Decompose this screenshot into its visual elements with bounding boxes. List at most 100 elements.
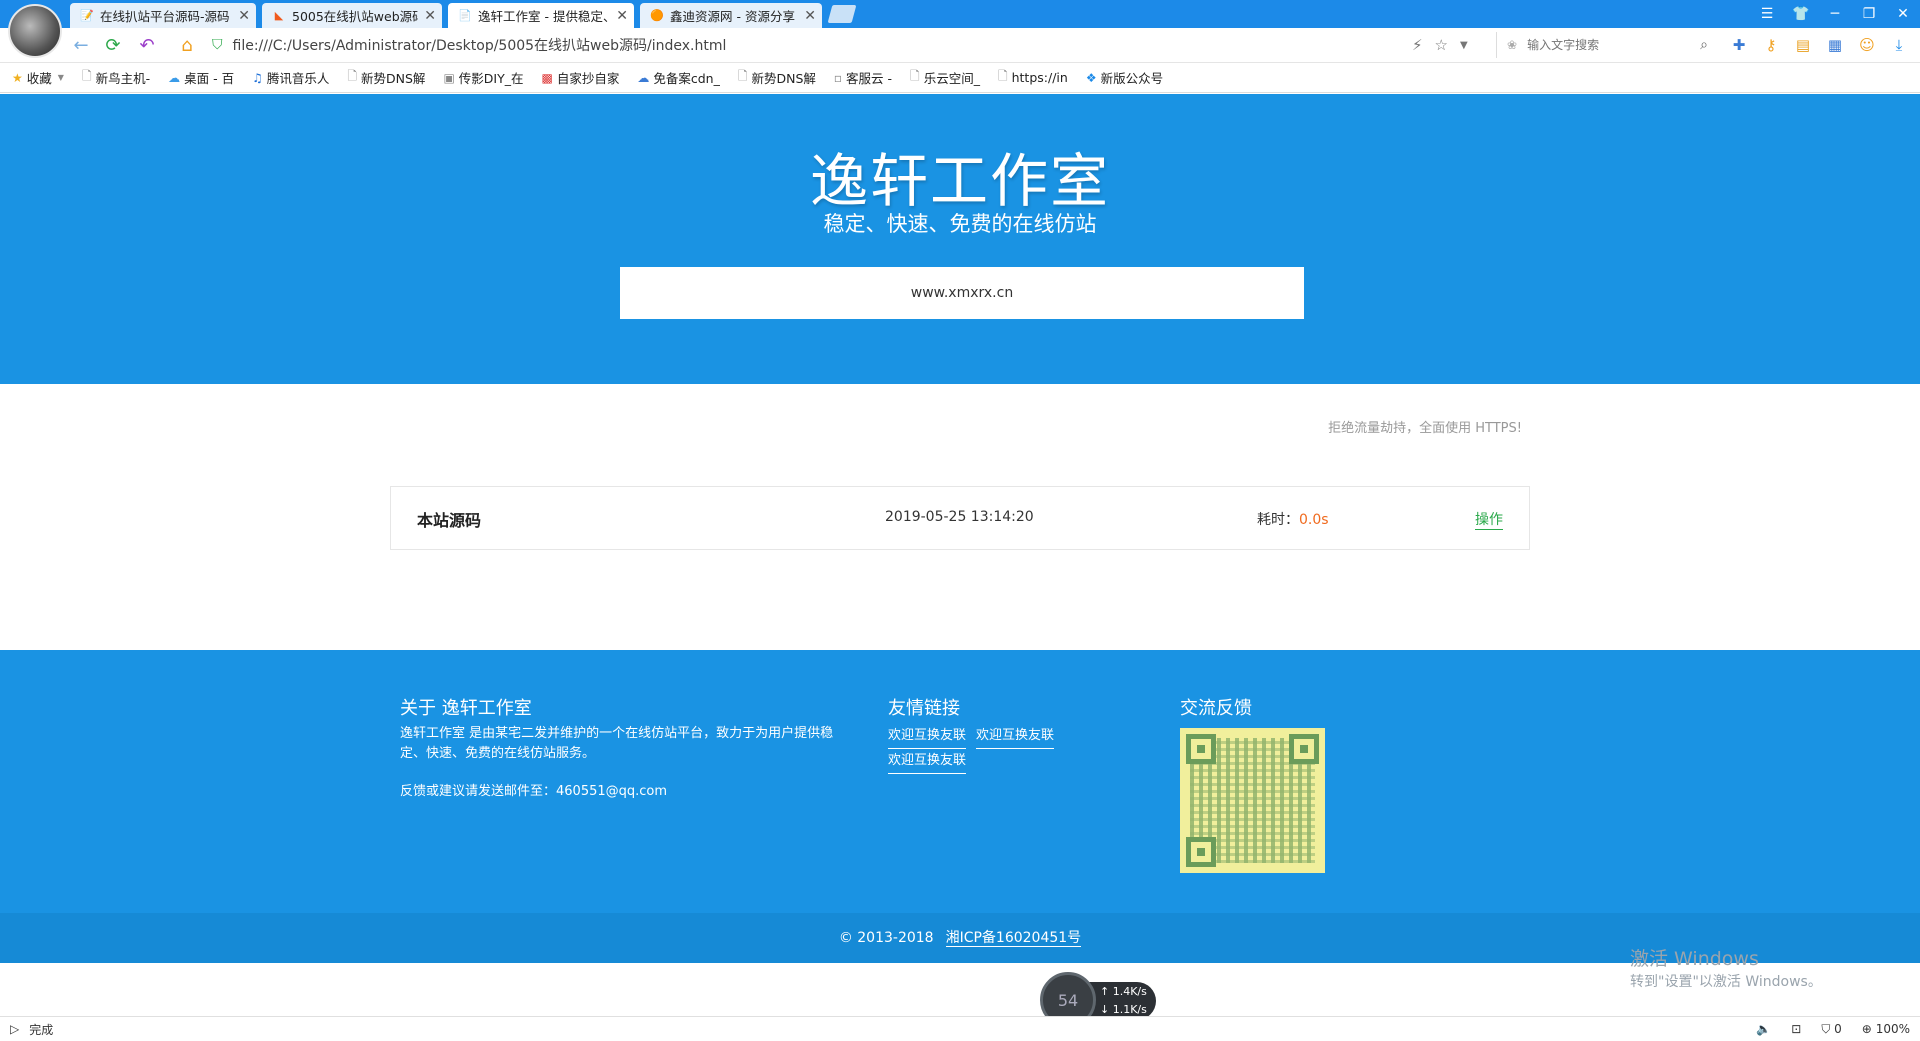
site-subtitle: 稳定、快速、免费的在线仿站 — [823, 212, 1097, 236]
paw-icon: ❀ — [1507, 38, 1518, 52]
close-icon[interactable]: ✕ — [616, 8, 628, 24]
shield-count[interactable]: ⛉ 0 — [1821, 1022, 1841, 1037]
zoom-icon: ⊕ — [1861, 1022, 1872, 1036]
address-bar[interactable]: ⛉ file:///C:/Users/Administrator/Desktop… — [212, 32, 1462, 58]
navigation-toolbar: ← ⟳ ↶ ⌂ ⛉ file:///C:/Users/Administrator… — [0, 28, 1920, 63]
bookmark-item[interactable]: 🗋 新势DNS解 — [738, 67, 816, 88]
friend-link[interactable]: 欢迎互换友联 — [976, 724, 1055, 749]
bookmark-item[interactable]: 🗋 新鸟主机- — [82, 67, 150, 88]
site-icon: ▩ — [541, 70, 553, 85]
friend-links-section: 友情链接 欢迎互换友联 欢迎互换友联 欢迎互换友联 — [888, 694, 1118, 774]
chevron-down-icon[interactable]: ▼ — [1460, 40, 1468, 51]
friend-link[interactable]: 欢迎互换友联 — [888, 749, 967, 774]
qr-code — [1180, 728, 1325, 873]
result-cost: 耗时：0.0s — [1257, 512, 1329, 528]
bookmark-item[interactable]: 🗋 https://in — [998, 67, 1068, 88]
menu-icon[interactable]: ☰ — [1750, 0, 1784, 28]
home-icon[interactable]: ⌂ — [176, 34, 198, 56]
qr-finder — [1186, 734, 1216, 764]
bookmark-item[interactable]: 🗋 乐云空间_ — [910, 67, 980, 88]
close-icon[interactable]: ✕ — [424, 8, 436, 24]
page-icon: 🗋 — [997, 69, 1008, 83]
feedback-section: 交流反馈 — [1180, 694, 1325, 873]
note-extension-icon[interactable]: ▦ — [1824, 34, 1846, 56]
icp-link[interactable]: 湘ICP备16020451号 — [945, 930, 1082, 947]
note-icon: 📝 — [80, 9, 94, 22]
play-icon[interactable]: ▷ — [10, 1022, 19, 1036]
close-icon[interactable]: ✕ — [804, 8, 816, 24]
bookmark-item[interactable]: ♫ 腾讯音乐人 — [252, 68, 329, 87]
star-icon[interactable]: ☆ — [1435, 36, 1448, 54]
shield-icon: ⛉ — [1821, 1021, 1831, 1036]
download-icon[interactable]: ⤓ — [1888, 34, 1910, 56]
tab-xindi-resource[interactable]: 🟠 鑫迪资源网 - 资源分享 ✕ — [640, 3, 822, 28]
extension-icons: ✚ ⚷ ▤ ▦ ☺ ⤓ — [1728, 34, 1910, 56]
tab-strip: 📝 在线扒站平台源码-源码 ✕ ◣ 5005在线扒站web源码 ✕ 📄 逸轩工作… — [0, 0, 1920, 58]
shield-icon: ⛉ — [212, 37, 223, 53]
action-link[interactable]: 操作 — [1475, 509, 1503, 530]
tab-title: 5005在线扒站web源码 — [292, 9, 419, 24]
site-url-input[interactable] — [620, 267, 1304, 319]
browser-window: 📝 在线扒站平台源码-源码 ✕ ◣ 5005在线扒站web源码 ✕ 📄 逸轩工作… — [0, 0, 1920, 1041]
result-name: 本站源码 — [417, 511, 482, 530]
result-row: 本站源码 2019-05-25 13:14:20 耗时：0.0s 操作 — [390, 486, 1530, 550]
resource-site-icon: 🟠 — [650, 9, 664, 22]
lightning-icon[interactable]: ⚡ — [1412, 36, 1423, 54]
tab-yixuan-studio[interactable]: 📄 逸轩工作室 - 提供稳定、 ✕ — [448, 3, 634, 28]
tab-title: 逸轩工作室 - 提供稳定、 — [478, 9, 611, 24]
tab-title: 在线扒站平台源码-源码 — [100, 9, 230, 24]
search-icon[interactable]: ⌕ — [1700, 37, 1708, 53]
bookmark-item[interactable]: 🗋 新势DNS解 — [347, 67, 425, 88]
bookmark-item[interactable]: ☁ 桌面 - 百 — [168, 68, 234, 87]
cost-value: 0.0s — [1299, 512, 1329, 528]
key-icon[interactable]: ⚷ — [1760, 34, 1782, 56]
about-title: 关于 逸轩工作室 — [400, 698, 532, 719]
status-text: 完成 — [29, 1022, 54, 1037]
about-text: 逸轩工作室 是由某宅二发并维护的一个在线仿站平台，致力于为用户提供稳定、快速、免… — [400, 726, 834, 761]
bookmark-item[interactable]: ▩ 自家抄自家 — [541, 68, 619, 87]
page-icon: 🗋 — [910, 69, 920, 83]
site-title: 逸轩工作室 — [809, 147, 1110, 215]
contact-email: 反馈或建议请发送邮件至：460551@qq.com — [400, 784, 668, 799]
bookmark-item[interactable]: ☁ 免备案cdn_ — [637, 68, 719, 87]
new-tab-button[interactable] — [827, 5, 857, 23]
page-icon: ▫ — [833, 70, 843, 85]
film-icon: ▣ — [443, 70, 455, 85]
page-icon: 🗋 — [737, 69, 748, 83]
minimize-icon[interactable]: ─ — [1818, 0, 1852, 28]
tab-title: 鑫迪资源网 - 资源分享 — [670, 9, 795, 24]
zoom-level[interactable]: ⊕ 100% — [1862, 1022, 1910, 1036]
cloud-icon: ☁ — [168, 70, 181, 85]
restore-icon[interactable]: ❐ — [1852, 0, 1886, 28]
status-bar: ▷ 完成 🔈 ⊡ ⛉ 0 ⊕ 100% — [0, 1016, 1920, 1041]
friend-links-title: 友情链接 — [888, 698, 960, 719]
screenshot-icon[interactable]: ⊡ — [1791, 1022, 1801, 1036]
puzzle-icon[interactable]: ✚ — [1728, 34, 1750, 56]
window-controls: ☰ 👕 ─ ❐ ✕ — [1750, 0, 1920, 28]
windows-activation-watermark: 激活 Windows 转到"设置"以激活 Windows。 — [1630, 948, 1822, 990]
smiley-icon[interactable]: ☺ — [1856, 34, 1878, 56]
refresh-icon[interactable]: ⟳ — [102, 34, 124, 56]
friend-link[interactable]: 欢迎互换友联 — [888, 724, 967, 749]
close-icon[interactable]: ✕ — [238, 8, 250, 24]
music-icon: ♫ — [252, 70, 263, 85]
qr-finder — [1289, 734, 1319, 764]
skin-icon[interactable]: 👕 — [1784, 0, 1818, 28]
search-input[interactable] — [1525, 37, 1680, 53]
address-actions: ⚡ ☆ ▼ — [1412, 32, 1468, 58]
orange-flag-icon: ◣ — [274, 9, 284, 22]
footer: 关于 逸轩工作室 逸轩工作室 是由某宅二发并维护的一个在线仿站平台，致力于为用户… — [0, 650, 1920, 913]
bookmark-item[interactable]: ▣ 传影DIY_在 — [443, 68, 523, 87]
speaker-icon[interactable]: 🔈 — [1756, 1022, 1771, 1036]
bookmark-favorites[interactable]: ★ 收藏 ▼ — [12, 68, 64, 87]
user-avatar[interactable] — [8, 4, 62, 58]
back-icon[interactable]: ← — [70, 34, 92, 56]
translate-icon[interactable]: ▤ — [1792, 34, 1814, 56]
close-window-icon[interactable]: ✕ — [1886, 0, 1920, 28]
bookmark-item[interactable]: ❖ 新版公众号 — [1086, 68, 1163, 87]
undo-close-icon[interactable]: ↶ — [136, 34, 158, 56]
page-icon: 📄 — [458, 9, 472, 22]
tab-source-platform[interactable]: 📝 在线扒站平台源码-源码 ✕ — [70, 3, 256, 28]
tab-5005-source[interactable]: ◣ 5005在线扒站web源码 ✕ — [262, 3, 442, 28]
bookmark-item[interactable]: ▫ 客服云 - — [834, 68, 892, 87]
